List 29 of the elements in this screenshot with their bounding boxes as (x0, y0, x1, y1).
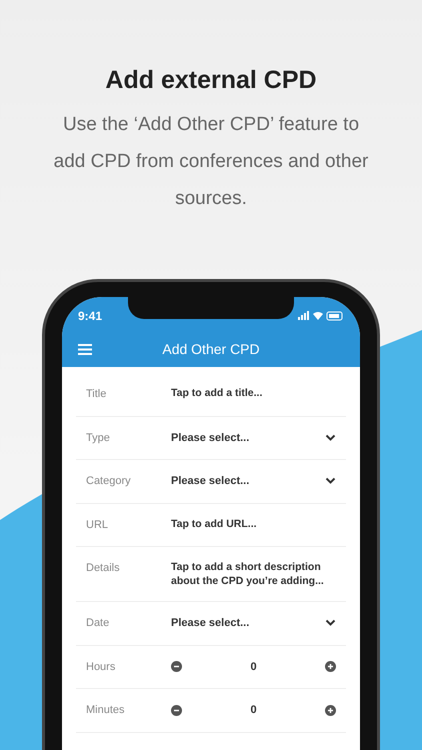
field-label: Date (86, 616, 110, 631)
input-field[interactable]: Tap to add a short description about the CPD you’re adding... (171, 560, 336, 588)
minus-circle-icon[interactable] (171, 704, 182, 716)
field-label: URL (86, 518, 110, 532)
stepper-value: 0 (249, 703, 258, 718)
chevron-down-icon (325, 434, 336, 442)
input-field[interactable]: Tap to add a title... (171, 386, 336, 400)
select-field[interactable]: Please select... (171, 473, 325, 490)
status-icons (298, 310, 344, 320)
select-field[interactable]: Please select... (171, 615, 325, 632)
chevron-down-icon (325, 477, 336, 486)
nav-title: Add Other CPD (162, 340, 260, 359)
plus-circle-icon[interactable] (325, 704, 336, 716)
subtitle: Use the ‘Add Other CPD’ feature to add CPD from conferences and other sources. (54, 113, 368, 211)
input-field[interactable]: Tap to add URL... (171, 516, 336, 530)
field-label: Details (86, 561, 121, 576)
minus-circle-icon[interactable] (171, 661, 182, 672)
field-label: Title (86, 387, 108, 402)
headline: Add external CPD (105, 65, 317, 96)
status-time: 9:41 (78, 308, 102, 324)
field-label: Minutes (86, 703, 126, 718)
field-label: Category (86, 474, 132, 489)
select-field[interactable]: Please select... (171, 430, 325, 446)
menu-icon[interactable] (78, 344, 92, 355)
plus-circle-icon[interactable] (325, 661, 336, 672)
field-label: Type (86, 430, 111, 446)
stepper-value: 0 (249, 660, 258, 674)
chevron-down-icon (325, 619, 336, 628)
field-label: Hours (86, 660, 116, 674)
